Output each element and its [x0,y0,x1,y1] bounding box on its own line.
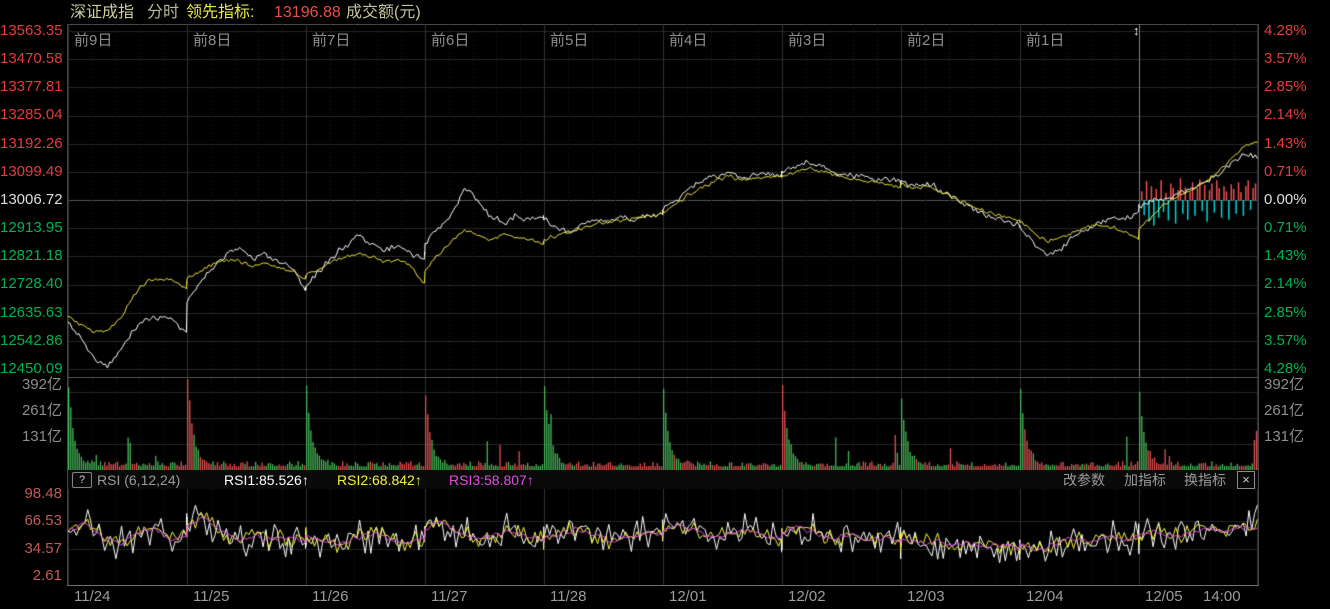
date-label: 12/01 [669,589,707,605]
day-label: 前5日 [550,33,588,49]
date-label: 12/04 [1026,589,1064,605]
chart-mode-label: 分时 [147,4,179,22]
pct-axis-label: 2.85% [1264,305,1330,321]
day-label: 前4日 [669,33,707,49]
pct-axis-label: 0.00% [1264,192,1330,208]
date-label: 11/24 [74,589,110,605]
price-axis-label: 12542.86 [0,333,62,349]
date-label: 11/28 [550,589,586,605]
price-chart-canvas[interactable] [68,24,1258,377]
day-label: 前6日 [431,33,469,49]
date-label: 12/05 [1145,589,1183,605]
help-button[interactable]: ? [72,472,92,488]
add-indicator-button[interactable]: 加指标 [1124,472,1166,488]
date-label: 11/27 [431,589,467,605]
rsi-title: RSI (6,12,24) [97,472,180,488]
app-root: 深证成指 分时 领先指标: 13196.88 成交额(元) ↕ ? RSI (6… [0,0,1330,609]
pct-axis-label: 2.14% [1264,107,1330,123]
volume-axis-label: 131亿 [1264,429,1330,445]
price-axis-label: 12821.18 [0,248,62,264]
rsi3-value: RSI3:58.807↑ [449,472,534,488]
day-label: 前7日 [312,33,350,49]
pct-axis-label: 1.43% [1264,136,1330,152]
day-label: 前2日 [907,33,945,49]
leading-indicator-label: 领先指标: [186,4,254,22]
price-axis-label: 13470.58 [0,51,62,67]
pct-axis-label: 4.28% [1264,23,1330,39]
volume-axis-label: 261亿 [0,403,62,419]
divider-line [1258,24,1259,585]
price-axis-label: 13192.26 [0,136,62,152]
day-label: 前9日 [74,33,112,49]
leading-indicator-value: 13196.88 [274,4,341,22]
volume-axis-label: 131亿 [0,429,62,445]
pct-axis-label: 4.28% [1264,361,1330,377]
time-label: 14:00 [1203,589,1241,605]
close-button[interactable]: × [1237,471,1255,489]
pct-axis-label: 2.85% [1264,79,1330,95]
price-axis-label: 12913.95 [0,220,62,236]
price-axis-label: 12450.09 [0,361,62,377]
rsi-chart-canvas[interactable] [68,489,1258,585]
date-label: 12/02 [788,589,826,605]
price-axis-label: 13099.49 [0,164,62,180]
switch-indicator-button[interactable]: 换指标 [1184,472,1226,488]
change-params-button[interactable]: 改参数 [1063,472,1105,488]
price-axis-label: 13563.35 [0,23,62,39]
date-label: 11/26 [312,589,348,605]
price-axis-label: 12728.40 [0,276,62,292]
rsi2-value: RSI2:68.842↑ [337,472,422,488]
symbol-name: 深证成指 [70,4,134,22]
price-axis-label: 13285.04 [0,107,62,123]
day-label: 前1日 [1026,33,1064,49]
day-label: 前8日 [193,33,231,49]
rsi-axis-label: 98.48 [0,486,62,502]
date-label: 11/25 [193,589,229,605]
volume-axis-label: 392亿 [1264,377,1330,393]
pct-axis-label: 2.14% [1264,276,1330,292]
pct-axis-label: 1.43% [1264,248,1330,264]
price-axis-label: 12635.63 [0,305,62,321]
pct-axis-label: 3.57% [1264,333,1330,349]
divider-line [67,585,1259,586]
volume-axis-label: 392亿 [0,377,62,393]
rsi-axis-label: 66.53 [0,513,62,529]
pct-axis-label: 3.57% [1264,51,1330,67]
pct-axis-label: 0.71% [1264,164,1330,180]
date-label: 12/03 [907,589,945,605]
pct-axis-label: 0.71% [1264,220,1330,236]
rsi-axis-label: 34.57 [0,541,62,557]
rsi-axis-label: 2.61 [0,568,62,584]
rsi1-value: RSI1:85.526↑ [224,472,309,488]
price-axis-label: 13377.81 [0,79,62,95]
day-label: 前3日 [788,33,826,49]
volume-axis-label: 261亿 [1264,403,1330,419]
price-axis-label: 13006.72 [0,192,62,208]
volume-chart-canvas[interactable] [68,378,1258,470]
amount-unit-label: 成交额(元) [346,4,421,22]
resize-handle-icon[interactable]: ↕ [1133,23,1140,38]
